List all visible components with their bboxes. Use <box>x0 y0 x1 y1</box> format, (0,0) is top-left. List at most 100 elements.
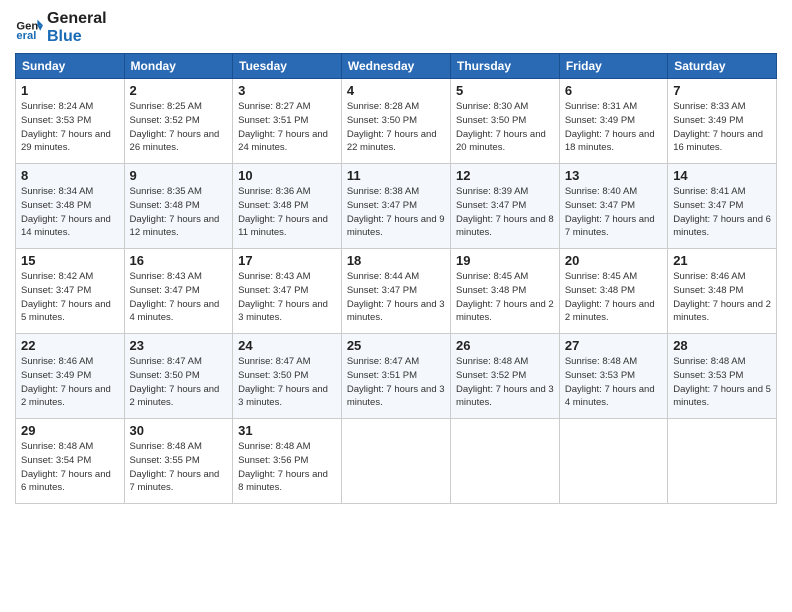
col-header-friday: Friday <box>559 54 667 79</box>
day-info: Sunrise: 8:44 AM Sunset: 3:47 PM Dayligh… <box>347 271 445 323</box>
calendar-cell: 26 Sunrise: 8:48 AM Sunset: 3:52 PM Dayl… <box>451 334 560 419</box>
col-header-sunday: Sunday <box>16 54 125 79</box>
day-number: 24 <box>238 338 336 353</box>
day-info: Sunrise: 8:41 AM Sunset: 3:47 PM Dayligh… <box>673 186 771 238</box>
calendar-cell: 30 Sunrise: 8:48 AM Sunset: 3:55 PM Dayl… <box>124 419 233 504</box>
day-info: Sunrise: 8:48 AM Sunset: 3:55 PM Dayligh… <box>130 441 220 493</box>
calendar-week-3: 15 Sunrise: 8:42 AM Sunset: 3:47 PM Dayl… <box>16 249 777 334</box>
calendar-cell: 4 Sunrise: 8:28 AM Sunset: 3:50 PM Dayli… <box>341 79 450 164</box>
day-info: Sunrise: 8:33 AM Sunset: 3:49 PM Dayligh… <box>673 101 763 153</box>
day-info: Sunrise: 8:47 AM Sunset: 3:50 PM Dayligh… <box>238 356 328 408</box>
day-number: 7 <box>673 83 771 98</box>
day-number: 27 <box>565 338 662 353</box>
day-info: Sunrise: 8:48 AM Sunset: 3:52 PM Dayligh… <box>456 356 554 408</box>
calendar-cell: 5 Sunrise: 8:30 AM Sunset: 3:50 PM Dayli… <box>451 79 560 164</box>
day-info: Sunrise: 8:35 AM Sunset: 3:48 PM Dayligh… <box>130 186 220 238</box>
calendar-cell: 9 Sunrise: 8:35 AM Sunset: 3:48 PM Dayli… <box>124 164 233 249</box>
day-number: 18 <box>347 253 445 268</box>
day-number: 8 <box>21 168 119 183</box>
day-info: Sunrise: 8:27 AM Sunset: 3:51 PM Dayligh… <box>238 101 328 153</box>
logo-text-line2: Blue <box>47 28 107 46</box>
calendar-cell: 17 Sunrise: 8:43 AM Sunset: 3:47 PM Dayl… <box>233 249 342 334</box>
day-info: Sunrise: 8:47 AM Sunset: 3:51 PM Dayligh… <box>347 356 445 408</box>
calendar-cell: 7 Sunrise: 8:33 AM Sunset: 3:49 PM Dayli… <box>668 79 777 164</box>
day-number: 30 <box>130 423 228 438</box>
logo-icon: Gen eral <box>15 14 43 42</box>
calendar-cell: 31 Sunrise: 8:48 AM Sunset: 3:56 PM Dayl… <box>233 419 342 504</box>
day-info: Sunrise: 8:48 AM Sunset: 3:54 PM Dayligh… <box>21 441 111 493</box>
day-info: Sunrise: 8:30 AM Sunset: 3:50 PM Dayligh… <box>456 101 546 153</box>
day-info: Sunrise: 8:31 AM Sunset: 3:49 PM Dayligh… <box>565 101 655 153</box>
calendar-cell: 28 Sunrise: 8:48 AM Sunset: 3:53 PM Dayl… <box>668 334 777 419</box>
calendar-cell: 23 Sunrise: 8:47 AM Sunset: 3:50 PM Dayl… <box>124 334 233 419</box>
calendar-table: SundayMondayTuesdayWednesdayThursdayFrid… <box>15 53 777 504</box>
day-info: Sunrise: 8:38 AM Sunset: 3:47 PM Dayligh… <box>347 186 445 238</box>
svg-text:eral: eral <box>16 30 36 42</box>
day-info: Sunrise: 8:45 AM Sunset: 3:48 PM Dayligh… <box>565 271 655 323</box>
calendar-cell: 14 Sunrise: 8:41 AM Sunset: 3:47 PM Dayl… <box>668 164 777 249</box>
calendar-cell: 22 Sunrise: 8:46 AM Sunset: 3:49 PM Dayl… <box>16 334 125 419</box>
day-number: 22 <box>21 338 119 353</box>
day-info: Sunrise: 8:36 AM Sunset: 3:48 PM Dayligh… <box>238 186 328 238</box>
day-number: 2 <box>130 83 228 98</box>
calendar-cell <box>668 419 777 504</box>
day-number: 23 <box>130 338 228 353</box>
logo-text-line1: General <box>47 10 107 28</box>
calendar-cell <box>451 419 560 504</box>
day-info: Sunrise: 8:48 AM Sunset: 3:53 PM Dayligh… <box>565 356 655 408</box>
header: Gen eral General Blue <box>15 10 777 45</box>
day-number: 13 <box>565 168 662 183</box>
col-header-tuesday: Tuesday <box>233 54 342 79</box>
calendar-cell: 21 Sunrise: 8:46 AM Sunset: 3:48 PM Dayl… <box>668 249 777 334</box>
day-number: 21 <box>673 253 771 268</box>
calendar-week-1: 1 Sunrise: 8:24 AM Sunset: 3:53 PM Dayli… <box>16 79 777 164</box>
day-number: 9 <box>130 168 228 183</box>
calendar-cell: 2 Sunrise: 8:25 AM Sunset: 3:52 PM Dayli… <box>124 79 233 164</box>
day-info: Sunrise: 8:48 AM Sunset: 3:53 PM Dayligh… <box>673 356 771 408</box>
calendar-cell: 10 Sunrise: 8:36 AM Sunset: 3:48 PM Dayl… <box>233 164 342 249</box>
calendar-cell: 18 Sunrise: 8:44 AM Sunset: 3:47 PM Dayl… <box>341 249 450 334</box>
day-info: Sunrise: 8:24 AM Sunset: 3:53 PM Dayligh… <box>21 101 111 153</box>
day-number: 17 <box>238 253 336 268</box>
calendar-week-2: 8 Sunrise: 8:34 AM Sunset: 3:48 PM Dayli… <box>16 164 777 249</box>
calendar-cell: 19 Sunrise: 8:45 AM Sunset: 3:48 PM Dayl… <box>451 249 560 334</box>
calendar-week-5: 29 Sunrise: 8:48 AM Sunset: 3:54 PM Dayl… <box>16 419 777 504</box>
day-info: Sunrise: 8:48 AM Sunset: 3:56 PM Dayligh… <box>238 441 328 493</box>
col-header-saturday: Saturday <box>668 54 777 79</box>
calendar-cell: 1 Sunrise: 8:24 AM Sunset: 3:53 PM Dayli… <box>16 79 125 164</box>
calendar-cell: 29 Sunrise: 8:48 AM Sunset: 3:54 PM Dayl… <box>16 419 125 504</box>
day-info: Sunrise: 8:42 AM Sunset: 3:47 PM Dayligh… <box>21 271 111 323</box>
calendar-cell: 24 Sunrise: 8:47 AM Sunset: 3:50 PM Dayl… <box>233 334 342 419</box>
day-number: 6 <box>565 83 662 98</box>
day-info: Sunrise: 8:47 AM Sunset: 3:50 PM Dayligh… <box>130 356 220 408</box>
day-number: 15 <box>21 253 119 268</box>
day-info: Sunrise: 8:40 AM Sunset: 3:47 PM Dayligh… <box>565 186 655 238</box>
day-number: 1 <box>21 83 119 98</box>
logo: Gen eral General Blue <box>15 10 107 45</box>
col-header-wednesday: Wednesday <box>341 54 450 79</box>
calendar-cell: 8 Sunrise: 8:34 AM Sunset: 3:48 PM Dayli… <box>16 164 125 249</box>
day-number: 19 <box>456 253 554 268</box>
col-header-monday: Monday <box>124 54 233 79</box>
calendar-cell: 16 Sunrise: 8:43 AM Sunset: 3:47 PM Dayl… <box>124 249 233 334</box>
calendar-week-4: 22 Sunrise: 8:46 AM Sunset: 3:49 PM Dayl… <box>16 334 777 419</box>
day-number: 3 <box>238 83 336 98</box>
calendar-cell: 13 Sunrise: 8:40 AM Sunset: 3:47 PM Dayl… <box>559 164 667 249</box>
day-info: Sunrise: 8:34 AM Sunset: 3:48 PM Dayligh… <box>21 186 111 238</box>
calendar-cell: 15 Sunrise: 8:42 AM Sunset: 3:47 PM Dayl… <box>16 249 125 334</box>
day-info: Sunrise: 8:43 AM Sunset: 3:47 PM Dayligh… <box>238 271 328 323</box>
col-header-thursday: Thursday <box>451 54 560 79</box>
day-number: 26 <box>456 338 554 353</box>
calendar-cell <box>341 419 450 504</box>
day-number: 5 <box>456 83 554 98</box>
day-number: 11 <box>347 168 445 183</box>
day-info: Sunrise: 8:25 AM Sunset: 3:52 PM Dayligh… <box>130 101 220 153</box>
day-number: 16 <box>130 253 228 268</box>
day-number: 28 <box>673 338 771 353</box>
calendar-cell: 20 Sunrise: 8:45 AM Sunset: 3:48 PM Dayl… <box>559 249 667 334</box>
day-info: Sunrise: 8:39 AM Sunset: 3:47 PM Dayligh… <box>456 186 554 238</box>
calendar-cell: 3 Sunrise: 8:27 AM Sunset: 3:51 PM Dayli… <box>233 79 342 164</box>
page: Gen eral General Blue SundayMondayTuesda… <box>0 0 792 612</box>
day-number: 12 <box>456 168 554 183</box>
calendar-cell: 11 Sunrise: 8:38 AM Sunset: 3:47 PM Dayl… <box>341 164 450 249</box>
